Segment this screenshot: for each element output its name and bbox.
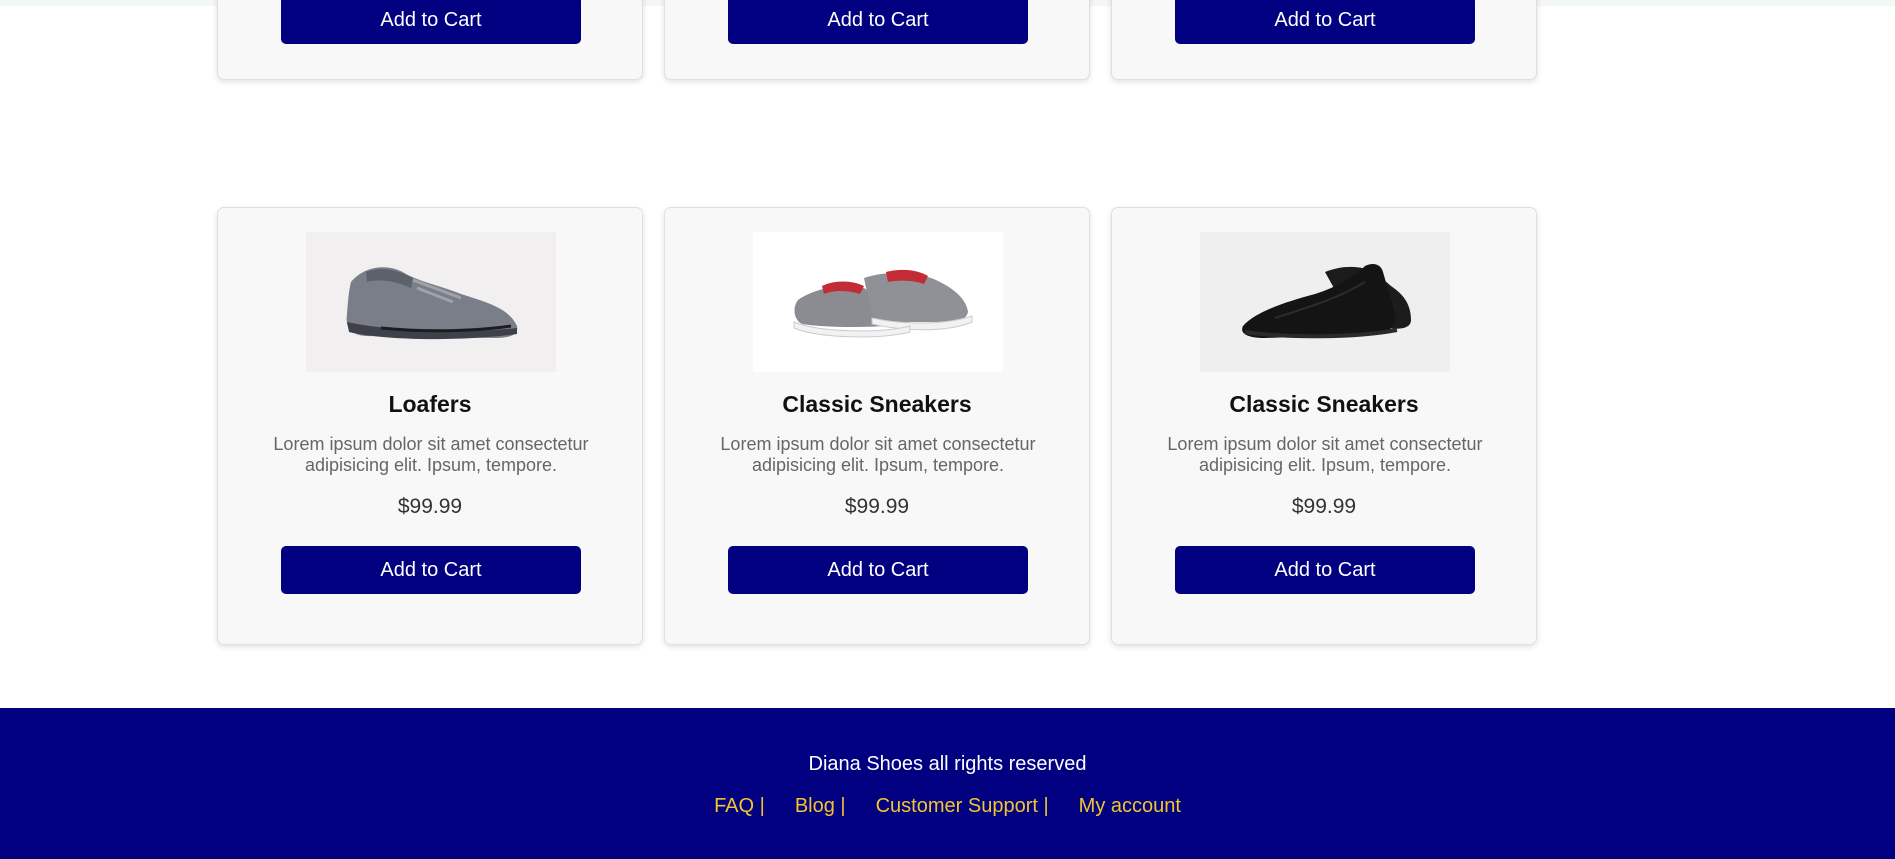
product-card: Classic Sneakers Lorem ipsum dolor sit a… bbox=[664, 207, 1090, 645]
product-description: Lorem ipsum dolor sit amet consectetur a… bbox=[273, 434, 589, 475]
product-title: Classic Sneakers bbox=[782, 391, 972, 417]
product-card: Add to Cart bbox=[664, 0, 1090, 80]
page: Add to Cart Add to Cart Add to Cart Loaf… bbox=[0, 0, 1895, 859]
product-description: Lorem ipsum dolor sit amet consectetur a… bbox=[1167, 434, 1483, 475]
product-description: Lorem ipsum dolor sit amet consectetur a… bbox=[720, 434, 1036, 475]
grey-sneaker-image bbox=[306, 232, 556, 372]
footer-nav: FAQ | Blog | Customer Support | My accou… bbox=[0, 795, 1895, 818]
product-card: Add to Cart bbox=[1111, 0, 1537, 80]
product-card: Classic Sneakers Lorem ipsum dolor sit a… bbox=[1111, 207, 1537, 645]
product-price: $99.99 bbox=[844, 495, 910, 518]
add-to-cart-button[interactable]: Add to Cart bbox=[1175, 546, 1475, 594]
product-card: Loafers Lorem ipsum dolor sit amet conse… bbox=[217, 207, 643, 645]
product-title: Classic Sneakers bbox=[1229, 391, 1419, 417]
product-card: Add to Cart bbox=[217, 0, 643, 80]
add-to-cart-button[interactable]: Add to Cart bbox=[1175, 0, 1475, 44]
product-title: Loafers bbox=[388, 391, 472, 417]
product-price: $99.99 bbox=[1291, 495, 1357, 518]
footer-link-faq[interactable]: FAQ | bbox=[714, 795, 765, 818]
slip-on-sneaker-image bbox=[753, 232, 1003, 372]
footer-link-my-account[interactable]: My account bbox=[1079, 795, 1181, 818]
add-to-cart-button[interactable]: Add to Cart bbox=[281, 0, 581, 44]
site-footer: Diana Shoes all rights reserved FAQ | Bl… bbox=[0, 708, 1895, 859]
black-slip-on-image bbox=[1200, 232, 1450, 372]
footer-link-customer-support[interactable]: Customer Support | bbox=[876, 795, 1049, 818]
footer-link-blog[interactable]: Blog | bbox=[795, 795, 846, 818]
copyright-text: Diana Shoes all rights reserved bbox=[808, 753, 1087, 775]
product-price: $99.99 bbox=[397, 495, 463, 518]
add-to-cart-button[interactable]: Add to Cart bbox=[728, 0, 1028, 44]
add-to-cart-button[interactable]: Add to Cart bbox=[281, 546, 581, 594]
add-to-cart-button[interactable]: Add to Cart bbox=[728, 546, 1028, 594]
